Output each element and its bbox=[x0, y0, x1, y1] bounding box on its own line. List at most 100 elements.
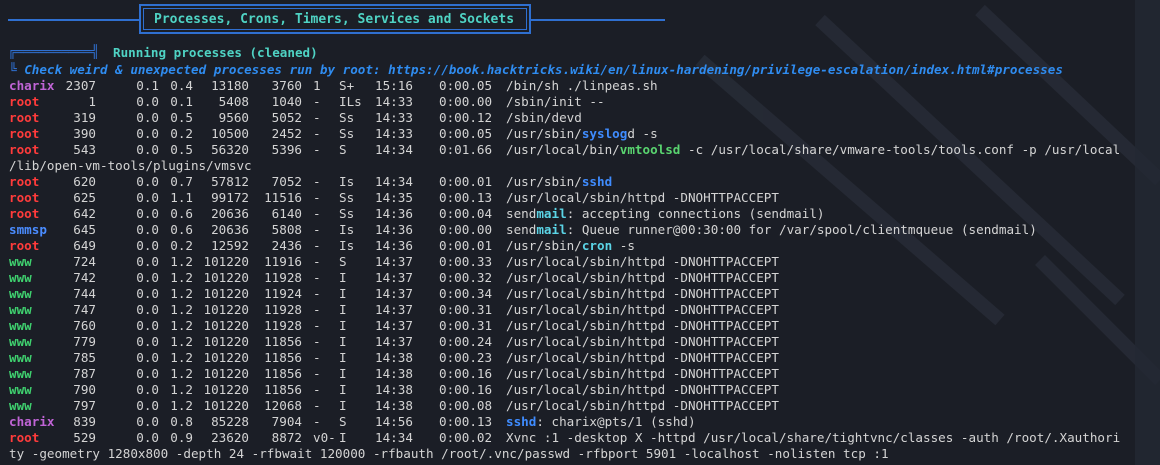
process-command: Xvnc :1 -desktop X -httpd /usr/local/sha… bbox=[506, 430, 1120, 446]
process-user: www bbox=[9, 334, 32, 349]
process-rss: 5052 bbox=[271, 110, 302, 125]
process-pid: 529 bbox=[73, 430, 96, 445]
process-time: 0:00.16 bbox=[439, 366, 493, 381]
process-user: www bbox=[9, 302, 32, 317]
process-stat: Ss bbox=[339, 190, 355, 205]
process-row: www 742 0.0 1.2 101220 11928- I 14:37 0:00.32/us… bbox=[9, 270, 1160, 286]
process-pid: 742 bbox=[73, 270, 96, 285]
command-wrap-text: ty -geometry 1280x800 -depth 24 -rfbwait… bbox=[9, 446, 889, 461]
process-row: smmsp 645 0.0 0.6 20636 5808- Is 14:36 0:00.00 se… bbox=[9, 222, 1160, 238]
process-row: www 724 0.0 1.2 101220 11916- S 14:37 0:00.33/us… bbox=[9, 254, 1160, 270]
process-command: /usr/sbin/cron -s bbox=[506, 238, 635, 254]
process-start: 14:37 bbox=[375, 286, 413, 301]
process-pid: 645 bbox=[73, 222, 96, 237]
command-highlight: sshd bbox=[506, 414, 537, 429]
process-row: root 543 0.0 0.5 56320 5396- S 14:34 0:01.66/usr… bbox=[9, 142, 1160, 158]
process-stat: S bbox=[339, 142, 347, 157]
process-time: 0:00.31 bbox=[439, 302, 493, 317]
process-time: 0:00.04 bbox=[439, 206, 493, 221]
process-pid: 797 bbox=[73, 398, 96, 413]
process-command: /usr/local/sbin/httpd -DNOHTTPACCEPT bbox=[506, 254, 779, 270]
process-tt: - bbox=[313, 254, 321, 269]
process-stat: Is bbox=[339, 238, 355, 253]
command-text: : Queue runner@00:30:00 for /var/spool/c… bbox=[566, 222, 1037, 237]
process-row: www 744 0.0 1.2 101220 11924- I 14:37 0:00.34/us… bbox=[9, 286, 1160, 302]
process-stat: I bbox=[339, 318, 347, 333]
process-stat: I bbox=[339, 350, 347, 365]
command-text: /usr/sbin/ bbox=[506, 126, 582, 141]
process-row: root 620 0.0 0.7 57812 7052- Is 14:34 0:00.01/us… bbox=[9, 174, 1160, 190]
process-row: root 529 0.0 0.9 23620 8872 v0- I 14:34 0:00.02 Xv… bbox=[9, 430, 1160, 446]
command-text: /usr/local/sbin/httpd -DNOHTTPACCEPT bbox=[506, 190, 779, 205]
command-highlight: mail bbox=[536, 222, 567, 237]
command-text: send bbox=[506, 222, 537, 237]
process-stat: I bbox=[339, 270, 347, 285]
process-vsz: 9560 bbox=[218, 110, 249, 125]
process-pid: 2307 bbox=[65, 78, 96, 93]
process-tt: - bbox=[313, 238, 321, 253]
process-user: www bbox=[9, 270, 32, 285]
process-row: root 1 0.0 0.1 5408 1040- ILs 14:33 0:00.00/sbin… bbox=[9, 94, 1160, 110]
subsection-title: Running processes (cleaned) bbox=[113, 45, 318, 60]
process-stat: Is bbox=[339, 174, 355, 189]
process-start: 14:33 bbox=[375, 94, 413, 109]
process-time: 0:00.31 bbox=[439, 318, 493, 333]
process-row: www 747 0.0 1.2 101220 11928- I 14:37 0:00.31/us… bbox=[9, 302, 1160, 318]
process-pid: 779 bbox=[73, 334, 96, 349]
process-mem: 0.9 bbox=[170, 430, 193, 445]
process-pid: 839 bbox=[73, 414, 96, 429]
process-start: 15:16 bbox=[375, 78, 413, 93]
process-pid: 785 bbox=[73, 350, 96, 365]
subsection-tree-glyph: ╔══════════╣ bbox=[8, 44, 99, 59]
process-row: www 760 0.0 1.2 101220 11928- I 14:37 0:00.31/us… bbox=[9, 318, 1160, 334]
process-start: 14:36 bbox=[375, 238, 413, 253]
process-mem: 1.2 bbox=[170, 270, 193, 285]
process-rss: 11924 bbox=[264, 286, 302, 301]
process-vsz: 101220 bbox=[203, 254, 250, 269]
command-highlight: cron bbox=[581, 238, 613, 253]
process-user: root bbox=[9, 142, 40, 157]
process-rss: 5396 bbox=[271, 142, 302, 157]
process-pid: 1 bbox=[88, 94, 96, 109]
process-mem: 1.2 bbox=[170, 318, 193, 333]
process-vsz: 101220 bbox=[203, 270, 250, 285]
process-time: 0:01.66 bbox=[439, 142, 493, 157]
process-pid: 790 bbox=[73, 382, 96, 397]
process-rss: 11856 bbox=[264, 350, 302, 365]
process-pid: 744 bbox=[73, 286, 96, 301]
process-row: root 390 0.0 0.2 10500 2452- Ss 14:33 0:00.05/us… bbox=[9, 126, 1160, 142]
terminal-output: Processes, Crons, Timers, Services and S… bbox=[0, 0, 1160, 465]
process-time: 0:00.00 bbox=[439, 222, 493, 237]
process-pid: 625 bbox=[73, 190, 96, 205]
process-vsz: 56320 bbox=[211, 142, 249, 157]
process-command: /usr/local/sbin/httpd -DNOHTTPACCEPT bbox=[506, 270, 779, 286]
process-start: 14:34 bbox=[375, 142, 413, 157]
process-mem: 1.2 bbox=[170, 350, 193, 365]
process-vsz: 101220 bbox=[203, 318, 250, 333]
process-tt: - bbox=[313, 334, 321, 349]
process-vsz: 101220 bbox=[203, 398, 250, 413]
process-user: root bbox=[9, 110, 40, 125]
process-pid: 724 bbox=[73, 254, 96, 269]
process-user: root bbox=[9, 174, 40, 189]
process-mem: 1.2 bbox=[170, 398, 193, 413]
process-rss: 2452 bbox=[271, 126, 302, 141]
process-stat: I bbox=[339, 430, 347, 445]
command-text: : accepting connections (sendmail) bbox=[566, 206, 825, 221]
process-time: 0:00.33 bbox=[439, 254, 493, 269]
process-mem: 0.6 bbox=[170, 222, 193, 237]
process-tt: - bbox=[313, 142, 321, 157]
process-tt: - bbox=[313, 286, 321, 301]
process-user: root bbox=[9, 126, 40, 141]
process-row: www 785 0.0 1.2 101220 11856- I 14:38 0:00.23/us… bbox=[9, 350, 1160, 366]
process-command: /usr/local/sbin/httpd -DNOHTTPACCEPT bbox=[506, 190, 779, 206]
process-mem: 0.5 bbox=[170, 142, 193, 157]
process-vsz: 57812 bbox=[211, 174, 249, 189]
process-row: root 642 0.0 0.6 20636 6140- Ss 14:36 0:00.04 sen… bbox=[9, 206, 1160, 222]
process-time: 0:00.02 bbox=[439, 430, 493, 445]
process-rss: 11928 bbox=[264, 270, 302, 285]
process-start: 14:34 bbox=[375, 174, 413, 189]
process-stat: I bbox=[339, 382, 347, 397]
process-command: /usr/local/sbin/httpd -DNOHTTPACCEPT bbox=[506, 334, 779, 350]
check-hint-line: ╚ Check weird & unexpected processes run… bbox=[9, 62, 1063, 77]
